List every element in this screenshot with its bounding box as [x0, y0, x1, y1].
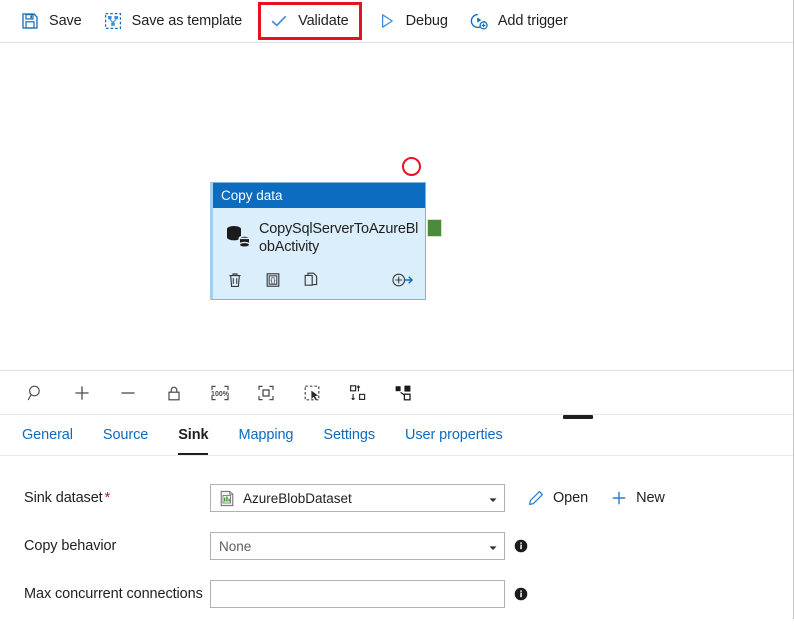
- copy-behavior-row: Copy behavior None: [24, 532, 793, 560]
- svg-text:100%: 100%: [211, 390, 230, 397]
- check-icon: [269, 11, 289, 31]
- open-label: Open: [553, 490, 589, 506]
- auto-align-icon[interactable]: [343, 378, 373, 408]
- save-as-template-button[interactable]: Save as template: [97, 5, 251, 37]
- copy-behavior-info-icon[interactable]: [514, 539, 528, 553]
- save-button[interactable]: Save: [14, 5, 91, 37]
- sink-dataset-label-text: Sink dataset: [24, 490, 103, 506]
- tab-settings[interactable]: Settings: [323, 415, 375, 455]
- sink-form: Sink dataset * AzureBlobDataset Open New…: [0, 456, 793, 628]
- activity-node-header: Copy data: [213, 183, 425, 208]
- tab-source[interactable]: Source: [103, 415, 148, 455]
- lock-icon[interactable]: [159, 378, 189, 408]
- property-tabs: General Source Sink Mapping Settings Use…: [0, 415, 793, 456]
- activity-node-title: CopySqlServerToAzureBlobActivity: [259, 221, 419, 255]
- new-label: New: [636, 490, 665, 506]
- sink-dataset-select[interactable]: AzureBlobDataset: [210, 484, 505, 512]
- tab-general[interactable]: General: [22, 415, 73, 455]
- add-trigger-button[interactable]: Add trigger: [463, 5, 577, 37]
- plus-icon: [610, 489, 628, 507]
- zoom-search-icon[interactable]: [21, 378, 51, 408]
- open-dataset-button[interactable]: Open: [527, 484, 588, 512]
- panel-resize-handle[interactable]: [563, 415, 593, 419]
- marquee-select-icon[interactable]: [297, 378, 327, 408]
- copy-behavior-select[interactable]: None: [210, 532, 505, 560]
- fit-to-screen-icon[interactable]: [251, 378, 281, 408]
- tab-sink[interactable]: Sink: [178, 415, 209, 455]
- canvas-toolbar: 100%: [0, 370, 793, 419]
- activity-node-body: CopySqlServerToAzureBlobActivity: [213, 208, 425, 256]
- zoom-out-icon[interactable]: [113, 378, 143, 408]
- required-marker: *: [104, 490, 111, 506]
- copy-behavior-value: None: [219, 538, 252, 554]
- validation-error-circle: [402, 157, 421, 176]
- auto-layout-icon[interactable]: [389, 378, 419, 408]
- play-icon: [377, 11, 397, 31]
- max-concurrent-connections-row: Max concurrent connections: [24, 580, 793, 608]
- add-trigger-icon: [469, 11, 489, 31]
- chevron-down-icon: [488, 493, 498, 503]
- database-copy-icon: [223, 222, 255, 252]
- max-concurrent-connections-info-icon[interactable]: [514, 587, 528, 601]
- copy-behavior-label: Copy behavior: [24, 538, 117, 554]
- save-label: Save: [49, 13, 82, 29]
- add-trigger-label: Add trigger: [497, 13, 568, 29]
- chevron-down-icon: [488, 541, 498, 551]
- clone-icon[interactable]: [299, 268, 323, 292]
- top-toolbar: Save Save as template Validate Debug Add…: [0, 0, 793, 43]
- tab-user-properties[interactable]: User properties: [405, 415, 503, 455]
- new-dataset-button[interactable]: New: [610, 484, 665, 512]
- activity-node-copy-data[interactable]: Copy data CopySqlServerToAzureBlobActivi…: [210, 182, 426, 300]
- add-output-icon[interactable]: [391, 268, 415, 292]
- sink-dataset-label: Sink dataset *: [24, 484, 210, 509]
- dataset-file-icon: [219, 490, 235, 507]
- save-as-template-label: Save as template: [131, 13, 243, 29]
- zoom-100-icon[interactable]: 100%: [205, 378, 235, 408]
- sink-dataset-row: Sink dataset * AzureBlobDataset Open New: [24, 484, 793, 512]
- code-icon[interactable]: {}: [261, 268, 285, 292]
- pencil-icon: [527, 489, 545, 507]
- tab-mapping[interactable]: Mapping: [238, 415, 293, 455]
- activity-node-actions: {}: [223, 268, 415, 292]
- debug-label: Debug: [405, 13, 448, 29]
- delete-icon[interactable]: [223, 268, 247, 292]
- sink-dataset-value: AzureBlobDataset: [243, 490, 352, 506]
- save-icon: [20, 11, 40, 31]
- max-concurrent-connections-label: Max concurrent connections: [24, 586, 203, 602]
- activity-output-connector[interactable]: [427, 219, 442, 237]
- adf-pipeline-editor: Save Save as template Validate Debug Add…: [0, 0, 794, 628]
- pipeline-canvas[interactable]: Copy data CopySqlServerToAzureBlobActivi…: [0, 43, 793, 370]
- validate-label: Validate: [298, 13, 349, 29]
- svg-text:{}: {}: [271, 276, 276, 285]
- template-icon: [103, 11, 123, 31]
- zoom-in-icon[interactable]: [67, 378, 97, 408]
- max-concurrent-connections-input[interactable]: [210, 580, 505, 608]
- validate-button[interactable]: Validate: [258, 2, 362, 40]
- debug-button[interactable]: Debug: [371, 5, 457, 37]
